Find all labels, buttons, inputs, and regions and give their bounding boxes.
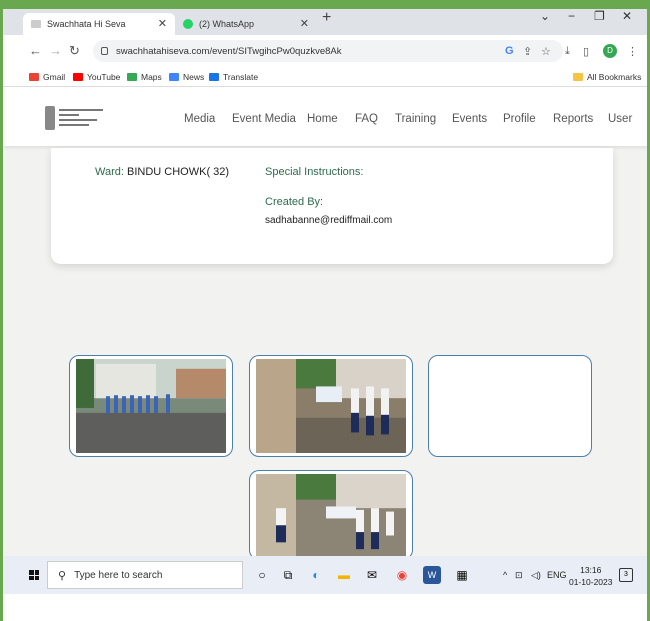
nav-reports[interactable]: Reports bbox=[553, 113, 593, 125]
ward-value: BINDU CHOWK( 32) bbox=[127, 166, 230, 178]
close-icon[interactable]: ✕ bbox=[300, 17, 309, 30]
file-explorer-icon[interactable]: ▬ bbox=[335, 566, 353, 584]
folder-icon bbox=[573, 73, 583, 81]
web-page: Media Event Media Home FAQ Training Even… bbox=[3, 88, 647, 556]
youtube-icon bbox=[73, 73, 83, 81]
reload-icon[interactable]: ↻ bbox=[69, 43, 80, 59]
language-indicator[interactable]: ENG bbox=[547, 570, 567, 580]
lock-icon bbox=[101, 47, 108, 55]
back-arrow-icon[interactable]: ← bbox=[29, 43, 42, 58]
system-clock[interactable]: 13:16 01-10-2023 bbox=[569, 564, 612, 588]
nav-home[interactable]: Home bbox=[307, 113, 338, 125]
tab-whatsapp[interactable]: (2) WhatsApp ✕ bbox=[177, 13, 317, 35]
chrome-icon[interactable]: ◉ bbox=[393, 566, 411, 584]
bookmark-youtube[interactable]: YouTube bbox=[73, 72, 120, 82]
bookmark-label: Gmail bbox=[43, 72, 66, 82]
chevron-down-icon[interactable]: ⌄ bbox=[540, 9, 550, 23]
volume-icon[interactable]: ◁) bbox=[531, 570, 541, 581]
event-photo-1[interactable] bbox=[69, 355, 233, 457]
tab-title: (2) WhatsApp bbox=[199, 19, 255, 29]
created-by-label: Created By: bbox=[265, 196, 324, 208]
nav-events[interactable]: Events bbox=[452, 113, 487, 125]
logo-text-lines bbox=[59, 109, 105, 129]
nav-faq[interactable]: FAQ bbox=[355, 113, 378, 125]
profile-avatar[interactable]: D bbox=[603, 44, 617, 58]
download-icon[interactable]: ⤓ bbox=[565, 45, 570, 58]
event-details-card: Ward: BINDU CHOWK( 32) Special Instructi… bbox=[51, 148, 613, 264]
google-icon[interactable]: G bbox=[505, 45, 514, 57]
task-view-icon[interactable]: ⧉ bbox=[279, 566, 297, 584]
bookmark-label: News bbox=[183, 72, 205, 82]
clock-time: 13:16 bbox=[580, 565, 602, 575]
bottom-margin bbox=[3, 594, 647, 621]
windows-taskbar: ⚲ Type here to search ○ ⧉ ◐ ▬ ✉ ◉ W ▦ ^ … bbox=[3, 556, 647, 594]
restore-icon[interactable]: ❐ bbox=[594, 9, 605, 23]
bookmark-label: Maps bbox=[141, 72, 162, 82]
translate-icon bbox=[209, 73, 219, 81]
ward-label: Ward: bbox=[95, 166, 124, 178]
event-photo-4[interactable] bbox=[249, 470, 413, 556]
special-instructions-label: Special Instructions: bbox=[265, 166, 364, 178]
app-icon[interactable]: ▦ bbox=[453, 566, 471, 584]
emblem-icon bbox=[45, 106, 55, 130]
star-icon[interactable]: ☆ bbox=[541, 45, 551, 58]
news-icon bbox=[169, 73, 179, 81]
word-icon[interactable]: W bbox=[423, 566, 441, 584]
site-header: Media Event Media Home FAQ Training Even… bbox=[3, 88, 647, 146]
maps-icon bbox=[127, 73, 137, 81]
nav-event-media[interactable]: Event Media bbox=[232, 113, 296, 125]
frame-top-border bbox=[0, 0, 650, 9]
share-icon[interactable]: ⇪ bbox=[523, 45, 532, 58]
bookmark-news[interactable]: News bbox=[169, 72, 204, 82]
photo-image bbox=[76, 359, 226, 453]
tab-title: Swachhata Hi Seva bbox=[47, 19, 126, 29]
photo-image bbox=[256, 474, 406, 556]
windows-start-icon[interactable] bbox=[29, 570, 39, 580]
bookmark-gmail[interactable]: Gmail bbox=[29, 72, 65, 82]
ward-field: Ward: BINDU CHOWK( 32) bbox=[95, 166, 229, 178]
network-icon[interactable]: ⊡ bbox=[515, 570, 523, 581]
created-by-email: sadhabanne@rediffmail.com bbox=[265, 215, 393, 226]
edge-icon[interactable]: ◐ bbox=[307, 566, 325, 584]
taskbar-search-input[interactable]: ⚲ Type here to search bbox=[47, 561, 243, 589]
chevron-up-icon[interactable]: ^ bbox=[503, 570, 507, 580]
address-row: ← → ↻ swachhatahiseva.com/event/SITwgihc… bbox=[3, 35, 647, 67]
bookmark-translate[interactable]: Translate bbox=[209, 72, 258, 82]
url-bar[interactable]: swachhatahiseva.com/event/SITwgihcPw0quz… bbox=[93, 40, 563, 62]
search-placeholder: Type here to search bbox=[74, 569, 163, 581]
gov-logo[interactable] bbox=[45, 106, 105, 130]
nav-user[interactable]: User bbox=[608, 113, 632, 125]
bookmark-maps[interactable]: Maps bbox=[127, 72, 162, 82]
close-icon[interactable]: ✕ bbox=[158, 17, 167, 30]
new-tab-icon[interactable]: + bbox=[322, 9, 331, 27]
all-bookmarks[interactable]: All Bookmarks bbox=[573, 72, 641, 82]
bookmark-label: YouTube bbox=[87, 72, 121, 82]
search-icon: ⚲ bbox=[58, 569, 67, 582]
forward-arrow-icon[interactable]: → bbox=[49, 43, 62, 58]
bookmarks-bar: Gmail YouTube Maps News Translate All Bo… bbox=[3, 67, 647, 87]
sidepanel-icon[interactable]: ▯ bbox=[583, 45, 589, 58]
event-photo-2[interactable] bbox=[249, 355, 413, 457]
event-photo-3-placeholder[interactable] bbox=[428, 355, 592, 457]
gmail-icon bbox=[29, 73, 39, 81]
close-window-icon[interactable]: ✕ bbox=[622, 9, 632, 23]
url-text: swachhatahiseva.com/event/SITwgihcPw0quz… bbox=[116, 45, 342, 57]
nav-profile[interactable]: Profile bbox=[503, 113, 536, 125]
site-favicon-icon bbox=[31, 20, 41, 28]
bookmark-label: All Bookmarks bbox=[587, 72, 642, 82]
minimize-icon[interactable]: − bbox=[568, 9, 575, 23]
notification-icon[interactable]: 3 bbox=[619, 568, 633, 582]
cortana-icon[interactable]: ○ bbox=[253, 566, 271, 584]
bookmark-label: Translate bbox=[223, 72, 259, 82]
clock-date: 01-10-2023 bbox=[569, 577, 613, 587]
nav-media[interactable]: Media bbox=[184, 113, 215, 125]
nav-training[interactable]: Training bbox=[395, 113, 436, 125]
whatsapp-icon bbox=[183, 19, 193, 29]
mail-icon[interactable]: ✉ bbox=[363, 566, 381, 584]
photo-image bbox=[256, 359, 406, 453]
tab-swachhata[interactable]: Swachhata Hi Seva ✕ bbox=[23, 13, 175, 35]
menu-dots-icon[interactable]: ⋮ bbox=[627, 45, 638, 58]
